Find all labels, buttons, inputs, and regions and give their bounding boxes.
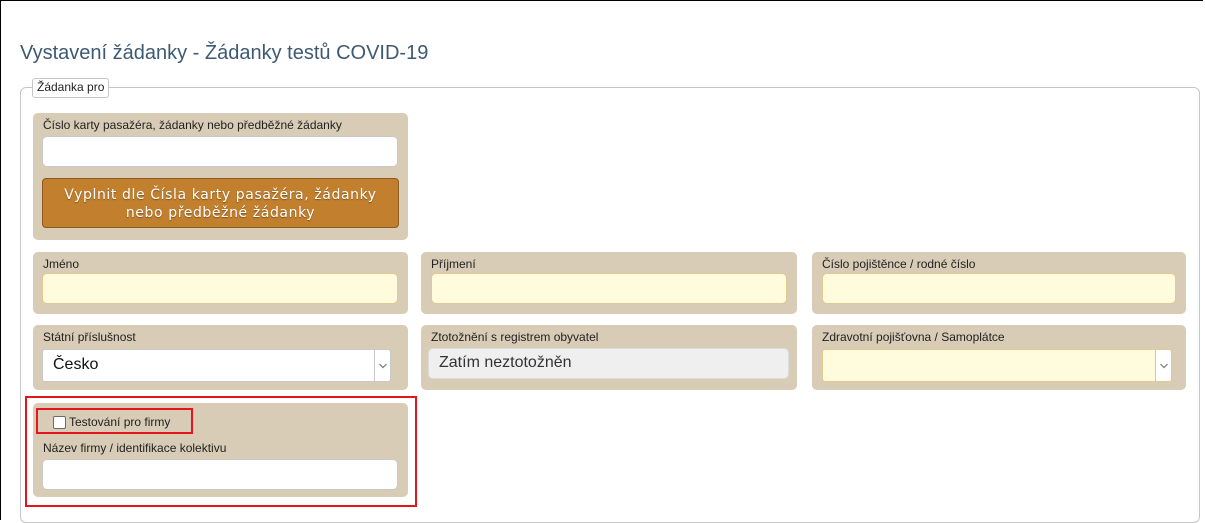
chevron-down-icon (374, 350, 390, 381)
fill-button-line1: Vyplnit dle Čísla karty pasažéra, žádank… (64, 187, 377, 203)
company-name-label: Název firmy / identifikace kolektivu (43, 441, 227, 455)
company-testing-checkbox[interactable] (53, 416, 66, 429)
chevron-down-icon (1155, 350, 1171, 381)
last-name-input[interactable] (431, 273, 787, 304)
insurer-label: Zdravotní pojišťovna / Samoplátce (822, 330, 1005, 344)
company-testing-label[interactable]: Testování pro firmy (69, 415, 170, 429)
first-name-input[interactable] (42, 273, 398, 304)
passenger-card-input[interactable] (42, 136, 398, 167)
page-title: Vystavení žádanky - Žádanky testů COVID-… (20, 42, 429, 64)
insurance-number-label: Číslo pojištěnce / rodné číslo (822, 257, 976, 271)
nationality-selected-value: Česko (53, 356, 99, 373)
nationality-label: Státní příslušnost (43, 330, 136, 344)
fill-button-line2: nebo předběžné žádanky (125, 205, 316, 221)
nationality-select[interactable]: Česko (42, 349, 391, 382)
last-name-label: Příjmení (431, 257, 476, 271)
insurer-select[interactable] (822, 349, 1172, 382)
fill-from-passenger-card-button[interactable]: Vyplnit dle Čísla karty pasažéra, žádank… (42, 178, 399, 228)
passenger-card-label: Číslo karty pasažéra, žádanky nebo předb… (43, 118, 342, 132)
registry-status-field: Zatím neztotožněn (428, 348, 789, 379)
insurance-number-input[interactable] (822, 273, 1176, 304)
fieldset-legend: Žádanka pro (32, 78, 110, 98)
first-name-label: Jméno (43, 257, 80, 271)
registry-label: Ztotožnění s registrem obyvatel (431, 330, 599, 344)
company-name-input[interactable] (42, 459, 398, 490)
